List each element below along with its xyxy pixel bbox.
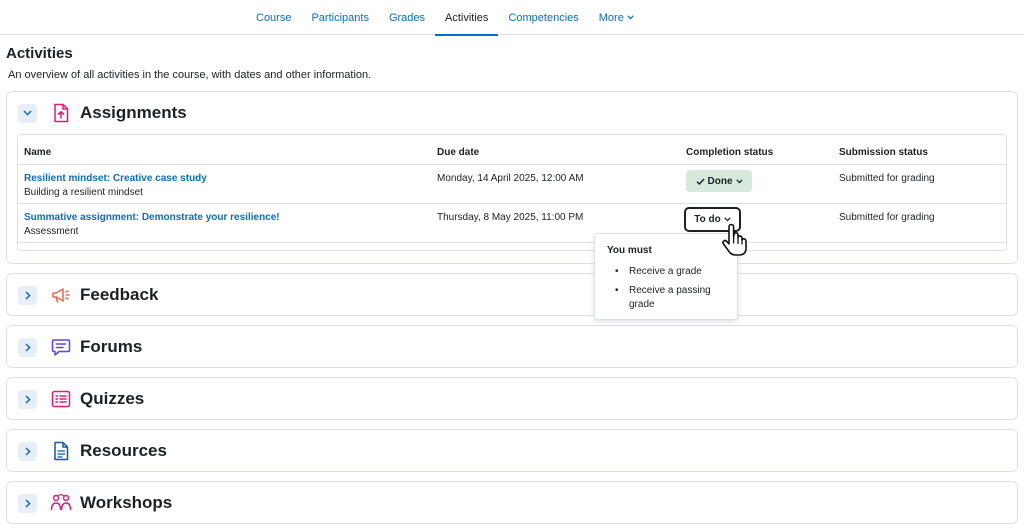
- expand-toggle-button[interactable]: [18, 441, 37, 461]
- assignments-section: Assignments Name Due date Completion sta…: [6, 91, 1018, 264]
- section-title: Resources: [80, 441, 167, 460]
- page-description: An overview of all activities in the cou…: [8, 69, 372, 81]
- due-date: Monday, 14 April 2025, 12:00 AM: [437, 173, 584, 184]
- assignments-table: Name Due date Completion status Submissi…: [17, 134, 1007, 251]
- megaphone-icon: [50, 284, 72, 306]
- collapse-toggle-button[interactable]: [18, 103, 37, 123]
- check-icon: [696, 178, 705, 185]
- workshop-people-icon: [50, 492, 72, 514]
- section-name: Assessment: [24, 226, 79, 237]
- column-header-submission: Submission status: [839, 147, 928, 158]
- row-divider: [18, 164, 1006, 165]
- assignment-link[interactable]: Resilient mindset: Creative case study: [24, 173, 207, 184]
- workshops-section: Workshops: [6, 481, 1018, 524]
- expand-toggle-button[interactable]: [18, 285, 37, 305]
- popover-title: You must: [607, 245, 652, 256]
- row-divider: [18, 203, 1006, 204]
- chevron-right-icon: [24, 394, 31, 404]
- expand-toggle-button[interactable]: [18, 493, 37, 513]
- section-title: Assignments: [80, 103, 187, 122]
- assignments-header: Assignments: [7, 92, 1017, 134]
- section-title: Forums: [80, 337, 143, 356]
- tab-more[interactable]: More: [589, 0, 644, 35]
- tab-grades[interactable]: Grades: [379, 0, 435, 35]
- tab-competencies[interactable]: Competencies: [498, 0, 588, 35]
- forum-chat-icon: [50, 336, 72, 358]
- chevron-down-icon: [735, 178, 743, 183]
- section-title: Feedback: [80, 285, 159, 304]
- column-header-due-date: Due date: [437, 147, 480, 158]
- chevron-right-icon: [24, 498, 31, 508]
- expand-toggle-button[interactable]: [18, 337, 37, 357]
- column-header-name: Name: [24, 147, 52, 158]
- section-title: Workshops: [80, 493, 173, 512]
- requirements-list: Receive a grade Receive a passing grade: [607, 265, 731, 317]
- list-item: Receive a grade: [607, 265, 731, 279]
- quizzes-section: Quizzes: [6, 377, 1018, 420]
- resources-section: Resources: [6, 429, 1018, 472]
- hand-pointer-cursor-icon: [722, 223, 747, 256]
- list-item: Receive a passing grade: [607, 284, 731, 312]
- section-title: Quizzes: [80, 389, 145, 408]
- tab-activities[interactable]: Activities: [435, 0, 499, 36]
- assignment-link[interactable]: Summative assignment: Demonstrate your r…: [24, 212, 280, 223]
- nav-tabs: Course Participants Grades Activities Co…: [246, 0, 644, 36]
- forums-section: Forums: [6, 325, 1018, 368]
- secondary-navigation: Course Participants Grades Activities Co…: [0, 0, 1024, 36]
- tab-course[interactable]: Course: [246, 0, 301, 35]
- chevron-right-icon: [24, 290, 31, 300]
- chevron-down-icon: [23, 110, 32, 116]
- column-header-completion: Completion status: [686, 147, 774, 158]
- submission-status: Submitted for grading: [839, 212, 935, 223]
- assignment-upload-icon: [50, 102, 72, 124]
- page-title: Activities: [6, 45, 73, 62]
- table-row: Summative assignment: Demonstrate your r…: [24, 212, 280, 237]
- chevron-right-icon: [24, 342, 31, 352]
- submission-status: Submitted for grading: [839, 173, 935, 184]
- due-date: Thursday, 8 May 2025, 11:00 PM: [437, 212, 584, 223]
- quiz-list-icon: [50, 388, 72, 410]
- completion-done-button[interactable]: Done: [686, 170, 752, 192]
- tab-participants[interactable]: Participants: [301, 0, 378, 35]
- feedback-section: Feedback: [6, 273, 1018, 316]
- chevron-right-icon: [24, 446, 31, 456]
- expand-toggle-button[interactable]: [18, 389, 37, 409]
- table-row: Resilient mindset: Creative case study B…: [24, 173, 207, 198]
- row-divider: [18, 242, 1006, 243]
- document-icon: [50, 440, 72, 462]
- chevron-down-icon: [627, 15, 634, 20]
- section-name: Building a resilient mindset: [24, 187, 143, 198]
